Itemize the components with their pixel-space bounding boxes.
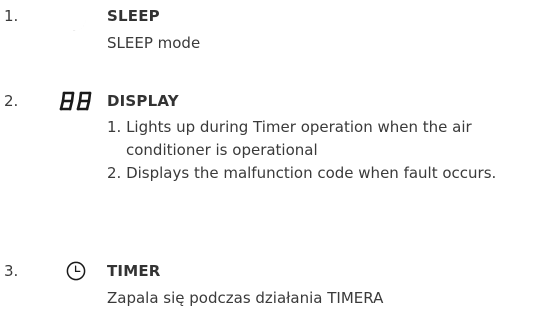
display-title: DISPLAY <box>107 92 179 110</box>
item-number-3: 3. <box>4 262 19 280</box>
display-line-1: 1. Lights up during Timer operation when… <box>107 118 472 159</box>
item-number-2: 2. <box>4 92 19 110</box>
sleep-title: SLEEP <box>107 7 160 25</box>
seven-segment-88-icon <box>59 91 92 111</box>
display-line-2: 2. Displays the malfunction code when fa… <box>107 164 497 182</box>
display-description-list: 1. Lights up during Timer operation when… <box>107 116 537 185</box>
sleep-description: SLEEP mode <box>107 34 201 52</box>
timer-description: Zapala się podczas działania TIMERA <box>107 289 384 307</box>
item-number-1: 1. <box>4 7 19 25</box>
timer-title: TIMER <box>107 262 161 280</box>
moon-icon <box>65 11 86 31</box>
clock-icon <box>66 261 86 281</box>
